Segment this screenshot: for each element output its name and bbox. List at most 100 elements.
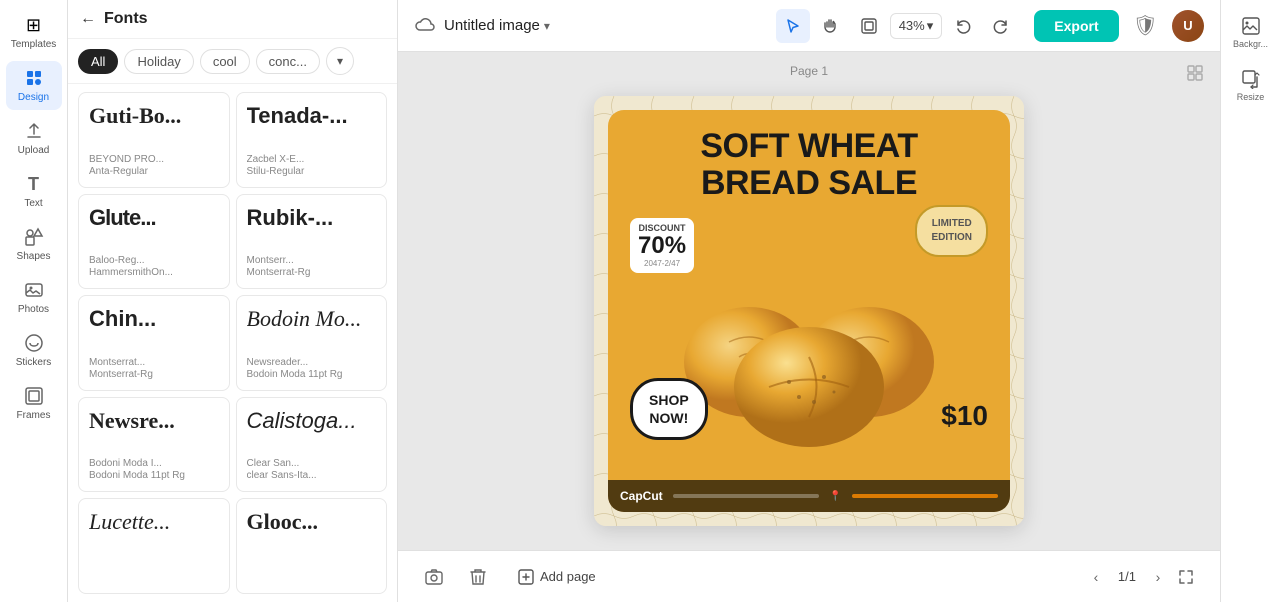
- resize-button[interactable]: Resize: [1226, 61, 1276, 110]
- upload-icon: [23, 120, 45, 142]
- undo-button[interactable]: [946, 9, 980, 43]
- filter-tag-conc[interactable]: conc...: [256, 49, 320, 74]
- back-button[interactable]: ←: [80, 10, 96, 28]
- sidebar-item-label-photos: Photos: [18, 304, 49, 316]
- bottom-left-tools: Add page: [418, 561, 608, 593]
- sidebar-item-upload[interactable]: Upload: [6, 114, 62, 163]
- sidebar-item-stickers[interactable]: Stickers: [6, 326, 62, 375]
- background-label: Backgr...: [1233, 39, 1268, 49]
- canvas-area[interactable]: Page 1: [398, 52, 1220, 550]
- bread-title-line2: BREAD SALE: [608, 165, 1010, 202]
- right-panel: Backgr... Resize: [1220, 0, 1280, 602]
- font-sub-names-0: BEYOND PRO... Anta-Regular: [89, 154, 219, 177]
- filter-tag-cool[interactable]: cool: [200, 49, 250, 74]
- capcut-logo: CapCut: [620, 489, 663, 503]
- font-sub2-5: Bodoin Moda 11pt Rg: [247, 369, 377, 380]
- font-display-3: Rubik-...: [247, 205, 377, 231]
- font-card-2[interactable]: Glute... Baloo-Reg... HammersmithOn...: [78, 194, 230, 290]
- redo-button[interactable]: [984, 9, 1018, 43]
- expand-button[interactable]: [1172, 563, 1200, 591]
- font-display-0: Guti-Bo...: [89, 103, 219, 129]
- font-card-8[interactable]: Lucette...: [78, 498, 230, 594]
- frame-tool-button[interactable]: [852, 9, 886, 43]
- font-card-7[interactable]: Calistoga... Clear San... clear Sans-Ita…: [236, 397, 388, 493]
- font-sub1-7: Clear San...: [247, 458, 377, 469]
- avatar[interactable]: U: [1172, 10, 1204, 42]
- capcut-footer: CapCut 📍: [608, 480, 1010, 512]
- font-card-4[interactable]: Chin... Montserrat... Montserrat-Rg: [78, 295, 230, 391]
- sidebar-item-shapes[interactable]: Shapes: [6, 220, 62, 269]
- font-sub1-2: Baloo-Reg...: [89, 255, 219, 266]
- zoom-value: 43%: [899, 18, 925, 33]
- font-display-5: Bodoin Mo...: [247, 306, 377, 332]
- font-display-4: Chin...: [89, 306, 219, 332]
- shop-now-btn[interactable]: SHOP NOW!: [630, 378, 708, 440]
- font-display-2: Glute...: [89, 205, 219, 231]
- sidebar-item-photos[interactable]: Photos: [6, 273, 62, 322]
- font-display-7: Calistoga...: [247, 408, 377, 434]
- font-sub1-0: BEYOND PRO...: [89, 154, 219, 165]
- font-sub2-3: Montserrat-Rg: [247, 267, 377, 278]
- camera-button[interactable]: [418, 561, 450, 593]
- filter-tag-holiday[interactable]: Holiday: [124, 49, 193, 74]
- font-card-3[interactable]: Rubik-... Montserr... Montserrat-Rg: [236, 194, 388, 290]
- page-nav: ‹ 1/1 ›: [1082, 563, 1172, 591]
- stickers-icon: [23, 332, 45, 354]
- capcut-location: 📍: [829, 491, 841, 502]
- font-card-6[interactable]: Newsre... Bodoni Moda I... Bodoni Moda 1…: [78, 397, 230, 493]
- sidebar-item-templates[interactable]: ⊞ Templates: [6, 8, 62, 57]
- canvas-wrapper: SOFT WHEAT BREAD SALE DISCOUNT 70% 2047-…: [594, 96, 1024, 526]
- sidebar-item-label-upload: Upload: [18, 145, 50, 157]
- font-card-5[interactable]: Bodoin Mo... Newsreader... Bodoin Moda 1…: [236, 295, 388, 391]
- font-card-9[interactable]: Glooc...: [236, 498, 388, 594]
- page-label: Page 1: [790, 64, 828, 78]
- filter-tags-container: All Holiday cool conc... ▾: [68, 39, 397, 84]
- font-sub-names-2: Baloo-Reg... HammersmithOn...: [89, 255, 219, 278]
- font-sub-names-6: Bodoni Moda I... Bodoni Moda 11pt Rg: [89, 458, 219, 481]
- toolbar-title[interactable]: Untitled image ▾: [444, 17, 550, 34]
- filter-more-button[interactable]: ▾: [326, 47, 354, 75]
- document-title: Untitled image: [444, 17, 540, 34]
- font-card-0[interactable]: Guti-Bo... BEYOND PRO... Anta-Regular: [78, 92, 230, 188]
- background-icon: [1241, 16, 1261, 36]
- canvas-content: SOFT WHEAT BREAD SALE DISCOUNT 70% 2047-…: [594, 96, 1024, 526]
- fonts-panel-title: Fonts: [104, 10, 148, 28]
- add-page-button[interactable]: Add page: [506, 563, 608, 591]
- font-sub1-4: Montserrat...: [89, 357, 219, 368]
- font-sub2-7: clear Sans-Ita...: [247, 470, 377, 481]
- sidebar-item-label-templates: Templates: [11, 39, 57, 51]
- font-sub1-5: Newsreader...: [247, 357, 377, 368]
- font-card-1[interactable]: Tenada-... Zacbel X-E... Stilu-Regular: [236, 92, 388, 188]
- cloud-icon: [414, 14, 436, 37]
- filter-tag-all[interactable]: All: [78, 49, 118, 74]
- prev-page-button[interactable]: ‹: [1082, 563, 1110, 591]
- add-page-label: Add page: [540, 569, 596, 584]
- delete-button[interactable]: [462, 561, 494, 593]
- font-sub2-6: Bodoni Moda 11pt Rg: [89, 470, 219, 481]
- font-display-9: Glooc...: [247, 509, 377, 535]
- next-page-button[interactable]: ›: [1144, 563, 1172, 591]
- sidebar-item-label-design: Design: [18, 92, 49, 104]
- sidebar-item-frames[interactable]: Frames: [6, 379, 62, 428]
- zoom-chevron-icon: ▾: [927, 18, 934, 34]
- bread-illustration: [669, 242, 949, 452]
- page-indicator: 1/1: [1118, 569, 1136, 584]
- frames-icon: [23, 385, 45, 407]
- hand-tool-button[interactable]: [814, 9, 848, 43]
- page-corner-icon: [1186, 64, 1204, 87]
- font-sub2-2: HammersmithOn...: [89, 267, 219, 278]
- font-sub2-4: Montserrat-Rg: [89, 369, 219, 380]
- font-sub1-6: Bodoni Moda I...: [89, 458, 219, 469]
- export-button[interactable]: Export: [1034, 10, 1118, 42]
- shapes-icon: [23, 226, 45, 248]
- sidebar-item-text[interactable]: T Text: [6, 167, 62, 216]
- templates-icon: ⊞: [23, 14, 45, 36]
- bread-title-line1: SOFT WHEAT: [608, 128, 1010, 165]
- background-button[interactable]: Backgr...: [1226, 8, 1276, 57]
- select-tool-button[interactable]: [776, 9, 810, 43]
- font-display-6: Newsre...: [89, 408, 219, 434]
- zoom-control[interactable]: 43% ▾: [890, 13, 943, 39]
- sidebar-item-label-frames: Frames: [17, 410, 51, 422]
- sidebar-item-design[interactable]: Design: [6, 61, 62, 110]
- shield-icon: 🛡: [1133, 13, 1158, 38]
